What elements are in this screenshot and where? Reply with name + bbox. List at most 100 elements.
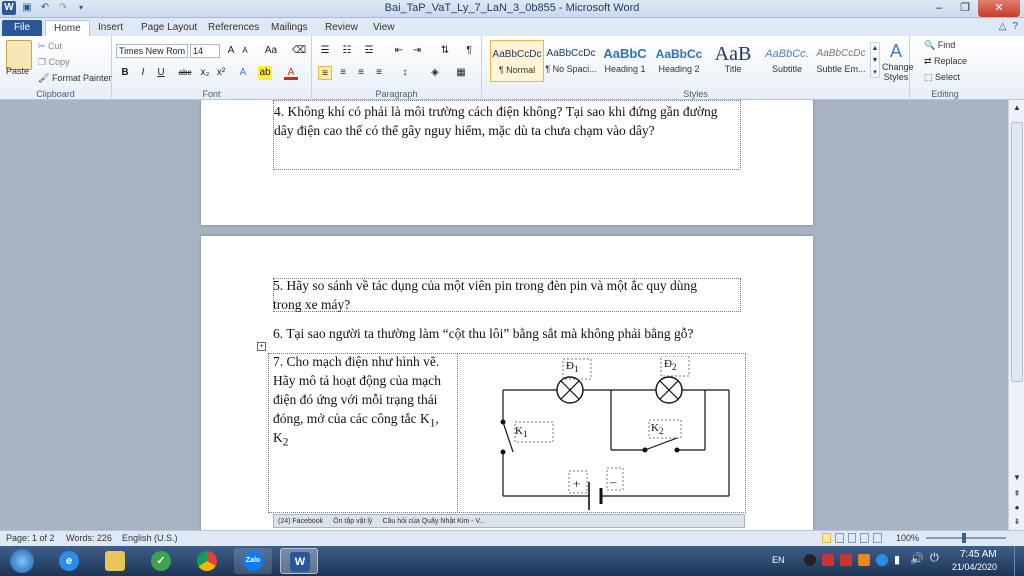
taskbar-word[interactable]: W [280, 548, 318, 574]
bold-icon[interactable]: B [118, 66, 132, 80]
tab-review[interactable]: Review [317, 20, 366, 36]
change-case-icon[interactable]: Aa [264, 44, 278, 58]
vertical-scrollbar[interactable]: ▲ ▼ ⇞ ● ⇟ [1008, 100, 1024, 530]
tray-icon-5[interactable] [876, 554, 888, 566]
font-size-combo[interactable]: 14 [190, 44, 220, 58]
close-button[interactable]: ✕ [978, 0, 1020, 17]
strip-tab-3[interactable]: Câu hỏi của Quây Nhật Kim - V... [382, 518, 485, 525]
superscript-icon[interactable]: x² [214, 66, 228, 80]
style-normal[interactable]: AaBbCcDc ¶ Normal [490, 40, 544, 82]
font-name-combo[interactable]: Times New Rom [116, 44, 188, 58]
style-no-spacing[interactable]: AaBbCcDc ¶ No Spaci... [544, 40, 598, 82]
clock-date[interactable]: 21/04/2020 [952, 562, 997, 572]
highlight-icon[interactable]: ab [258, 66, 272, 80]
style-subtitle[interactable]: AaBbCc. Subtitle [760, 40, 814, 82]
tab-page-layout[interactable]: Page Layout [133, 20, 205, 36]
print-layout-icon[interactable] [822, 533, 831, 543]
tray-icon-2[interactable] [822, 554, 834, 566]
subscript-icon[interactable]: x₂ [198, 66, 212, 80]
show-desktop-button[interactable] [1014, 546, 1024, 576]
find-button[interactable]: 🔍 Find [924, 40, 955, 51]
taskbar-app-green[interactable]: ✓ [142, 548, 180, 574]
multilevel-list-icon[interactable]: ☲ [362, 44, 376, 58]
tray-icon-3[interactable] [840, 554, 852, 566]
tab-file[interactable]: File [2, 20, 42, 36]
grow-font-icon[interactable]: A [224, 44, 238, 58]
minimize-ribbon-icon[interactable]: △ [999, 21, 1007, 32]
tab-insert[interactable]: Insert [90, 20, 131, 36]
page-1[interactable]: 4. Không khí có phải là môi trường cách … [201, 100, 813, 225]
word-count[interactable]: Words: 226 [66, 533, 112, 543]
numbering-icon[interactable]: ☷ [340, 44, 354, 58]
cut-button[interactable]: ✂ Cut [38, 41, 62, 52]
zoom-slider-thumb[interactable] [962, 533, 966, 543]
font-color-icon[interactable]: A [284, 66, 298, 80]
shrink-font-icon[interactable]: A [238, 44, 252, 58]
tray-icon-4[interactable] [858, 554, 870, 566]
strikethrough-icon[interactable]: abc [178, 66, 192, 80]
replace-button[interactable]: ⇄ Replace [924, 56, 967, 67]
show-marks-icon[interactable]: ¶ [462, 44, 476, 58]
justify-icon[interactable]: ≡ [372, 66, 386, 80]
zoom-slider[interactable] [926, 537, 1006, 539]
draft-icon[interactable] [873, 533, 882, 543]
power-icon[interactable]: ⏻ [930, 552, 939, 565]
scroll-down-icon[interactable]: ▼ [1011, 472, 1023, 484]
paste-button[interactable]: Paste [6, 66, 29, 76]
tab-mailings[interactable]: Mailings [263, 20, 316, 36]
align-right-icon[interactable]: ≡ [354, 66, 368, 80]
italic-icon[interactable]: I [136, 66, 150, 80]
strip-tab-1[interactable]: (24) Facebook [278, 518, 323, 525]
web-layout-icon[interactable] [847, 533, 857, 543]
tab-home[interactable]: Home [45, 20, 90, 36]
browse-object-icon[interactable]: ● [1011, 502, 1023, 514]
bullets-icon[interactable]: ☰ [318, 44, 332, 58]
table-move-handle-icon[interactable]: + [257, 342, 266, 351]
tab-view[interactable]: View [365, 20, 403, 36]
styles-scroll-icon[interactable]: ▲ ▼ ▾ [870, 42, 880, 78]
taskbar-ie[interactable]: e [50, 548, 88, 574]
align-left-icon[interactable]: ≡ [318, 66, 332, 80]
align-center-icon[interactable]: ≡ [336, 66, 350, 80]
borders-icon[interactable]: ▦ [454, 66, 468, 80]
network-icon[interactable]: ▮ [894, 553, 900, 566]
tab-references[interactable]: References [200, 20, 267, 36]
next-page-icon[interactable]: ⇟ [1011, 516, 1023, 528]
style-subtle-emphasis[interactable]: AaBbCcDc Subtle Em... [814, 40, 868, 82]
minimize-button[interactable]: – [926, 0, 952, 17]
scroll-thumb[interactable] [1011, 122, 1023, 382]
taskbar-explorer[interactable] [96, 548, 134, 574]
previous-page-icon[interactable]: ⇞ [1011, 488, 1023, 500]
document-area[interactable]: 4. Không khí có phải là môi trường cách … [0, 100, 1008, 530]
scroll-up-icon[interactable]: ▲ [1011, 102, 1023, 114]
text-effects-icon[interactable]: A [236, 66, 250, 80]
strip-tab-2[interactable]: Ôn tập vật lý [333, 518, 372, 525]
shading-icon[interactable]: ◈ [428, 66, 442, 80]
tray-icon-1[interactable] [804, 554, 816, 566]
decrease-indent-icon[interactable]: ⇤ [392, 44, 406, 58]
format-painter-button[interactable]: 🖌 Format Painter [38, 73, 111, 84]
full-screen-icon[interactable] [834, 533, 844, 543]
clock-time[interactable]: 7:45 AM [960, 549, 997, 560]
page-count[interactable]: Page: 1 of 2 [6, 533, 55, 543]
select-button[interactable]: ⬚ Select [924, 72, 960, 83]
outline-icon[interactable] [860, 533, 870, 543]
help-icon[interactable]: ? [1012, 21, 1018, 32]
language-indicator[interactable]: English (U.S.) [122, 533, 178, 543]
taskbar-zalo[interactable]: Zalo [234, 548, 272, 574]
increase-indent-icon[interactable]: ⇥ [410, 44, 424, 58]
sort-icon[interactable]: ⇅ [438, 44, 452, 58]
copy-button[interactable]: ❐ Copy [38, 57, 70, 68]
change-styles-button[interactable]: A Change Styles [882, 40, 914, 82]
style-heading-1[interactable]: AaBbC Heading 1 [598, 40, 652, 82]
underline-icon[interactable]: U [154, 66, 168, 80]
clear-formatting-icon[interactable]: ⌫ [292, 44, 306, 58]
taskbar-chrome[interactable] [188, 548, 226, 574]
start-button[interactable] [4, 548, 42, 574]
restore-button[interactable]: ❐ [952, 0, 978, 17]
style-title[interactable]: AaB Title [706, 40, 760, 82]
style-heading-2[interactable]: AaBbCc Heading 2 [652, 40, 706, 82]
page-2[interactable]: 5. Hãy so sánh về tác dụng của một viên … [201, 236, 813, 530]
line-spacing-icon[interactable]: ↕ [398, 66, 412, 80]
volume-icon[interactable]: 🔊 [910, 552, 924, 565]
